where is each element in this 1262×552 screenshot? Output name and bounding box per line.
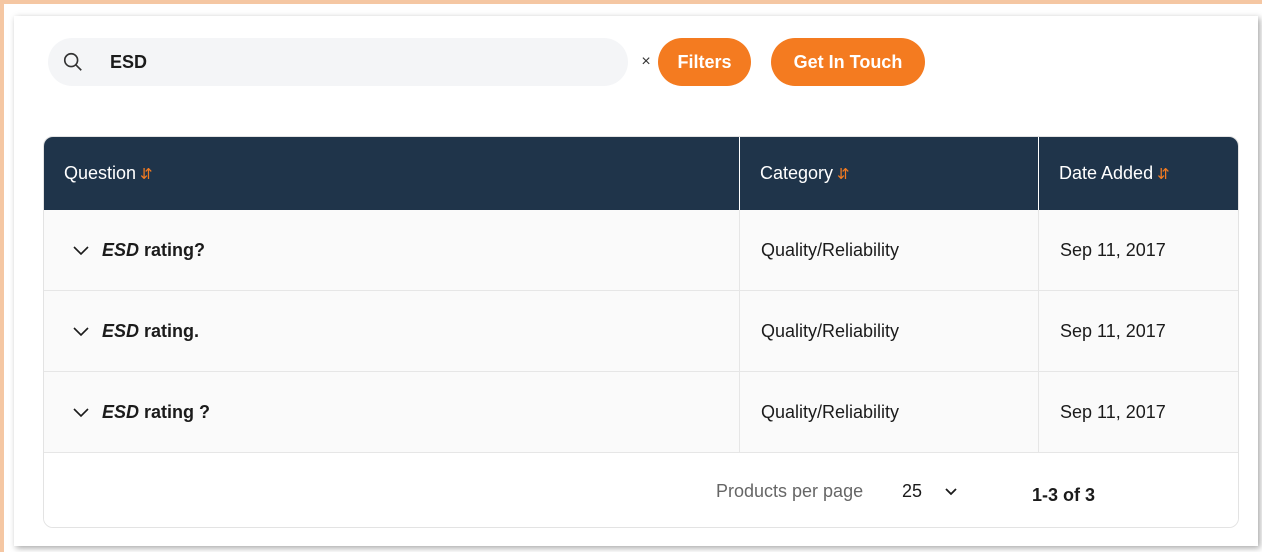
date-cell: Sep 11, 2017 — [1038, 210, 1238, 291]
search-bar[interactable]: × — [48, 38, 651, 86]
column-header-label: Date Added — [1059, 163, 1154, 183]
column-header-question[interactable]: Question ⇵ — [44, 137, 739, 210]
search-highlight: ESD — [102, 240, 140, 260]
column-header-date-added[interactable]: Date Added ⇵ — [1038, 137, 1238, 210]
sort-icon[interactable]: ⇵ — [837, 166, 850, 183]
chevron-down-icon[interactable] — [72, 322, 90, 340]
table-row[interactable]: ESD rating ? Quality/Reliability Sep 11,… — [44, 372, 1238, 453]
category-cell: Quality/Reliability — [739, 291, 1038, 372]
date-cell: Sep 11, 2017 — [1038, 291, 1238, 372]
pagination-range: 1-3 of 3 — [1032, 485, 1096, 505]
category-cell: Quality/Reliability — [739, 210, 1038, 291]
search-icon[interactable] — [62, 51, 84, 73]
question-text: rating. — [139, 321, 200, 341]
question-text: rating ? — [139, 402, 211, 422]
column-header-label: Category — [760, 163, 834, 183]
search-highlight: ESD — [102, 321, 140, 341]
page-frame: × Filters Get In Touch Question⇵ Categor… — [0, 0, 1262, 552]
date-cell: Sep 11, 2017 — [1038, 372, 1238, 453]
question-cell: ESD rating. — [44, 291, 739, 372]
clear-search-button[interactable]: × — [634, 50, 658, 74]
question-cell: ESD rating ? — [44, 372, 739, 453]
sort-icon[interactable]: ⇵ — [1157, 166, 1170, 183]
table-row[interactable]: ESD rating? Quality/Reliability Sep 11, … — [44, 210, 1238, 291]
chevron-down-icon[interactable] — [72, 241, 90, 259]
category-cell: Quality/Reliability — [739, 372, 1038, 453]
filters-button[interactable]: Filters — [658, 38, 751, 86]
question-cell: ESD rating? — [44, 210, 739, 291]
per-page-label: Products per page — [716, 481, 864, 501]
sort-icon[interactable]: ⇵ — [140, 166, 153, 183]
search-input[interactable] — [110, 46, 590, 78]
question-text: rating? — [139, 240, 206, 260]
search-highlight: ESD — [102, 402, 140, 422]
faq-table: Question ⇵ Category ⇵ Date Added ⇵ ESD rati… — [43, 136, 1239, 528]
get-in-touch-button[interactable]: Get In Touch — [771, 38, 925, 86]
per-page-select[interactable]: 25 — [902, 476, 922, 506]
column-header-label: Question — [64, 163, 137, 183]
chevron-down-icon[interactable] — [72, 403, 90, 421]
column-header-category[interactable]: Category ⇵ — [739, 137, 1038, 210]
table-row[interactable]: ESD rating. Quality/Reliability Sep 11, … — [44, 291, 1238, 372]
table-header: Question ⇵ Category ⇵ Date Added ⇵ — [44, 137, 1238, 210]
table-footer: Products per page 25 1-3 of 3 — [44, 454, 1238, 527]
chevron-down-icon[interactable] — [942, 482, 960, 500]
